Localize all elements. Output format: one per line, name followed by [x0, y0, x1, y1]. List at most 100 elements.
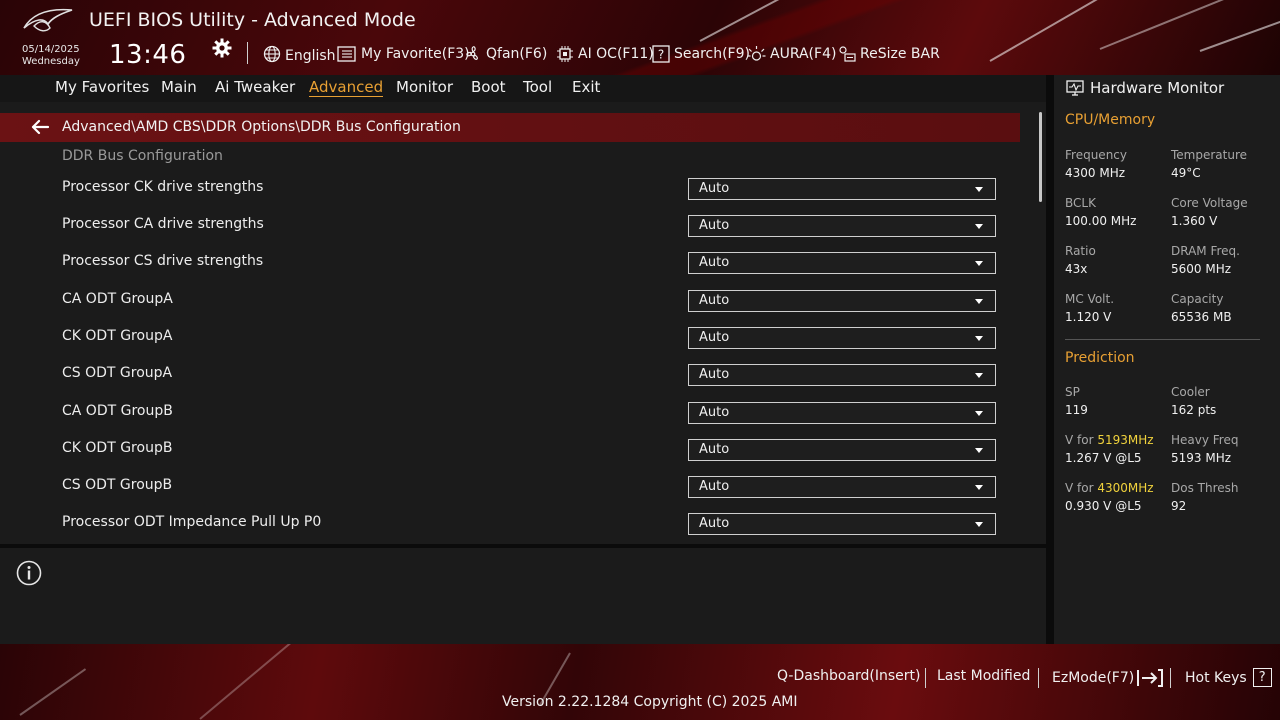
hardware-monitor-panel: Hardware Monitor CPU/Memory Frequency 43…: [1054, 75, 1280, 644]
resize-bar-button[interactable]: ReSize BAR: [838, 44, 940, 64]
decor-streak: [19, 668, 87, 716]
ezmode-button[interactable]: EzMode(F7): [1052, 668, 1164, 688]
mc-volt-label: MC Volt.: [1065, 292, 1115, 306]
cs-odt-groupa-select[interactable]: Auto: [688, 364, 996, 386]
setting-label[interactable]: Processor CA drive strengths: [62, 216, 264, 232]
core-voltage-label: Core Voltage: [1171, 196, 1248, 210]
qfan-button[interactable]: Qfan(F6): [464, 44, 547, 64]
dram-freq-label: DRAM Freq.: [1171, 244, 1240, 258]
heavy-freq-value: 5193 MHz: [1171, 451, 1232, 465]
info-icon: [16, 560, 42, 586]
v-for-1-value: 1.267 V @L5: [1065, 451, 1142, 465]
footer-separator: [925, 668, 926, 688]
aura-button[interactable]: AURA(F4): [747, 44, 836, 64]
ca-odt-groupa-select[interactable]: Auto: [688, 290, 996, 312]
resize-bar-icon: [839, 46, 856, 62]
setting-label[interactable]: Processor ODT Impedance Pull Up P0: [62, 514, 321, 530]
header-separator: [247, 42, 248, 64]
search-label: Search(F9): [674, 46, 750, 62]
bclk-value: 100.00 MHz: [1065, 214, 1137, 228]
dos-thresh-value: 92: [1171, 499, 1187, 513]
processor-cs-drive-strengths-select[interactable]: Auto: [688, 252, 996, 274]
v-for-2-frequency: 4300MHz: [1097, 481, 1154, 495]
date-text: 05/14/2025: [22, 44, 80, 55]
cs-odt-groupb-select[interactable]: Auto: [688, 476, 996, 498]
tab-main[interactable]: Main: [161, 78, 197, 96]
last-modified-button[interactable]: Last Modified: [937, 668, 1030, 684]
back-arrow-icon[interactable]: [30, 119, 50, 135]
select-value: Auto: [699, 405, 730, 420]
settings-scrollbar[interactable]: [1039, 112, 1042, 202]
decor-streak: [699, 0, 825, 42]
tab-monitor[interactable]: Monitor: [396, 78, 453, 96]
breadcrumb: Advanced\AMD CBS\DDR Options\DDR Bus Con…: [62, 119, 461, 135]
select-value: Auto: [699, 218, 730, 233]
temperature-value: 49°C: [1171, 166, 1201, 180]
ca-odt-groupb-select[interactable]: Auto: [688, 402, 996, 424]
core-voltage-value: 1.360 V: [1171, 214, 1218, 228]
setting-label[interactable]: CK ODT GroupB: [62, 440, 172, 456]
processor-ck-drive-strengths-select[interactable]: Auto: [688, 178, 996, 200]
footer-separator: [1170, 668, 1171, 688]
setting-label[interactable]: CA ODT GroupA: [62, 291, 173, 307]
tab-boot[interactable]: Boot: [471, 78, 506, 96]
processor-odt-impedance-pull-up-p0-select[interactable]: Auto: [688, 513, 996, 535]
cooler-label: Cooler: [1171, 385, 1210, 399]
settings-panel: Advanced\AMD CBS\DDR Options\DDR Bus Con…: [0, 102, 1046, 544]
v-for-prefix: V for: [1065, 433, 1098, 447]
dram-freq-value: 5600 MHz: [1171, 262, 1232, 276]
chevron-down-icon: [975, 261, 983, 266]
favorite-list-icon: [337, 46, 356, 62]
processor-ca-drive-strengths-select[interactable]: Auto: [688, 215, 996, 237]
v-for-1-label: V for 5193MHz: [1065, 433, 1154, 447]
my-favorite-label: My Favorite(F3): [361, 46, 470, 62]
decor-streak: [199, 644, 293, 720]
setting-label[interactable]: CA ODT GroupB: [62, 403, 173, 419]
frequency-value: 4300 MHz: [1065, 166, 1126, 180]
language-label: English: [285, 48, 336, 64]
app-title: UEFI BIOS Utility - Advanced Mode: [89, 9, 416, 31]
gear-icon[interactable]: [212, 38, 232, 58]
language-button[interactable]: English: [263, 44, 336, 64]
capacity-label: Capacity: [1171, 292, 1224, 306]
chevron-down-icon: [975, 373, 983, 378]
chevron-down-icon: [975, 336, 983, 341]
tab-my-favorites[interactable]: My Favorites: [55, 78, 149, 96]
hot-keys-label: Hot Keys: [1185, 669, 1247, 686]
my-favorite-button[interactable]: My Favorite(F3): [337, 44, 470, 64]
panel-vertical-divider: [1046, 75, 1054, 644]
ck-odt-groupa-select[interactable]: Auto: [688, 327, 996, 349]
search-button[interactable]: ? Search(F9): [652, 44, 750, 64]
ai-oc-button[interactable]: AI OC(F11): [556, 44, 654, 64]
clock-display: 13:46: [109, 40, 187, 70]
decor-streak: [989, 0, 1130, 62]
globe-icon: [263, 45, 281, 63]
svg-text:?: ?: [658, 48, 664, 62]
select-value: Auto: [699, 330, 730, 345]
footer-separator: [1038, 668, 1039, 688]
tab-ai-tweaker[interactable]: Ai Tweaker: [215, 78, 295, 96]
header-bar: UEFI BIOS Utility - Advanced Mode 05/14/…: [0, 0, 1280, 75]
chevron-down-icon: [975, 522, 983, 527]
select-value: Auto: [699, 255, 730, 270]
tab-advanced[interactable]: Advanced: [309, 78, 384, 97]
cpu-memory-heading: CPU/Memory: [1065, 112, 1156, 128]
tab-exit[interactable]: Exit: [572, 78, 600, 96]
ck-odt-groupb-select[interactable]: Auto: [688, 439, 996, 461]
setting-label[interactable]: CS ODT GroupB: [62, 477, 172, 493]
ai-oc-label: AI OC(F11): [578, 46, 654, 62]
ezmode-label: EzMode(F7): [1052, 670, 1135, 686]
setting-label[interactable]: Processor CK drive strengths: [62, 179, 263, 195]
chevron-down-icon: [975, 187, 983, 192]
aura-light-icon: [747, 46, 766, 61]
heavy-freq-label: Heavy Freq: [1171, 433, 1239, 447]
setting-label[interactable]: CK ODT GroupA: [62, 328, 172, 344]
hot-keys-question-icon: ?: [1252, 668, 1272, 687]
search-help-icon: ?: [652, 45, 670, 63]
tab-tool[interactable]: Tool: [523, 78, 552, 96]
setting-label[interactable]: CS ODT GroupA: [62, 365, 172, 381]
q-dashboard-button[interactable]: Q-Dashboard(Insert): [777, 668, 921, 684]
help-panel: [0, 548, 1046, 644]
setting-label[interactable]: Processor CS drive strengths: [62, 253, 263, 269]
hot-keys-button[interactable]: Hot Keys ?: [1185, 668, 1272, 687]
